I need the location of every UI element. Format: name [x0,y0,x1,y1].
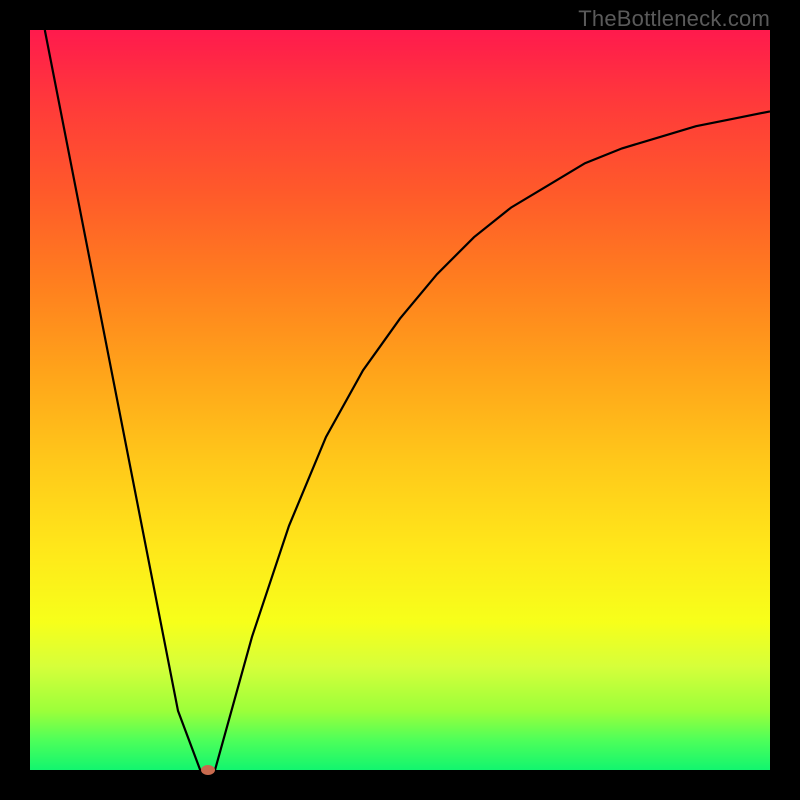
watermark-text: TheBottleneck.com [578,6,770,32]
optimal-point-marker [201,765,215,775]
chart-frame: TheBottleneck.com [0,0,800,800]
bottleneck-curve [30,30,770,770]
plot-area [30,30,770,770]
